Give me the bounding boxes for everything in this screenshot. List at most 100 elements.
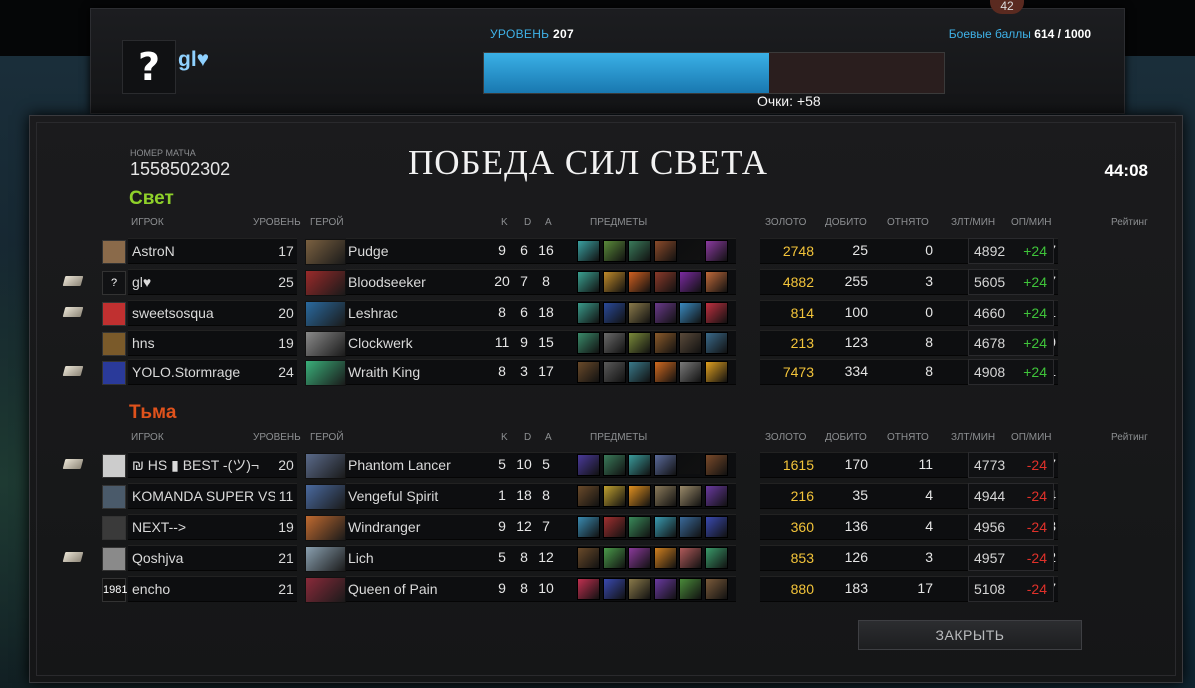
item-icon[interactable] [679, 485, 702, 507]
item-icon[interactable] [704, 516, 728, 538]
item-icon[interactable] [628, 271, 651, 293]
table-row[interactable]: AstroN17Pudge96162748250316347 [100, 238, 1058, 265]
player-name[interactable]: YOLO.Stormrage [128, 359, 277, 385]
item-icon[interactable] [602, 547, 626, 569]
player-name[interactable]: NEXT--> [128, 514, 277, 540]
close-button[interactable]: ЗАКРЫТЬ [858, 620, 1082, 650]
player-avatar[interactable] [102, 240, 126, 264]
player-name[interactable]: sweetsosqua [128, 300, 277, 326]
item-icon[interactable] [679, 547, 702, 569]
table-row[interactable]: ₪ HS ▮ BEST -(ツ)¬ 20 Phantom Lancer 5 10 5 161… [100, 452, 1058, 479]
item-icon[interactable] [679, 578, 702, 600]
table-row[interactable]: ?gl♥25Bloodseeker207848822553696747 [100, 269, 1058, 296]
item-icon[interactable] [628, 485, 651, 507]
item-icon[interactable] [679, 361, 702, 383]
item-icon[interactable] [628, 454, 651, 476]
player-avatar[interactable] [102, 516, 126, 540]
player-avatar[interactable]: ? [122, 40, 176, 94]
item-icon[interactable] [653, 361, 677, 383]
item-icon[interactable] [628, 302, 651, 324]
player-avatar[interactable] [102, 485, 126, 509]
item-icon[interactable] [577, 302, 600, 324]
table-row[interactable]: 1981encho21Queen of Pain9810880183174255… [100, 576, 1058, 603]
item-icon[interactable] [704, 302, 728, 324]
hero-portrait[interactable] [305, 546, 346, 572]
table-row[interactable]: NEXT-->19Windranger91273601364393463 [100, 514, 1058, 541]
item-icon[interactable] [679, 454, 700, 474]
player-name[interactable]: gl♥ [128, 269, 277, 295]
player-avatar[interactable]: 1981 [102, 578, 127, 602]
item-icon[interactable] [653, 578, 677, 600]
item-icon[interactable] [602, 485, 626, 507]
item-icon[interactable] [602, 240, 626, 262]
player-avatar[interactable] [102, 547, 126, 571]
item-icon[interactable] [577, 547, 600, 569]
player-avatar[interactable] [102, 454, 126, 478]
player-name[interactable]: KOMANDA SUPER VS [128, 483, 277, 509]
item-icon[interactable] [704, 547, 728, 569]
item-icon[interactable] [679, 516, 702, 538]
table-row[interactable]: YOLO.Stormrage24Wraith King8317747333486… [100, 359, 1058, 386]
item-icon[interactable] [628, 332, 651, 354]
item-icon[interactable] [653, 454, 677, 476]
item-icon[interactable] [602, 454, 626, 476]
player-name[interactable]: hns [128, 330, 277, 356]
item-icon[interactable] [628, 578, 651, 600]
item-icon[interactable] [577, 240, 600, 262]
item-icon[interactable] [577, 271, 600, 293]
table-row[interactable]: sweetsosqua20Leshrac86188141000422511 [100, 300, 1058, 327]
hero-portrait[interactable] [305, 577, 346, 603]
table-row[interactable]: hns19Clockwerk119152131238434449 [100, 330, 1058, 357]
hero-portrait[interactable] [305, 453, 346, 479]
player-avatar[interactable] [102, 361, 126, 385]
table-row[interactable]: KOMANDA SUPER VS 11 Vengeful Spirit 1 18 8 216… [100, 483, 1058, 510]
player-name[interactable]: AstroN [128, 238, 277, 264]
item-icon[interactable] [704, 332, 728, 354]
player-avatar[interactable] [102, 332, 126, 356]
item-icon[interactable] [628, 516, 651, 538]
item-icon[interactable] [679, 302, 702, 324]
hero-portrait[interactable] [305, 301, 346, 327]
item-icon[interactable] [602, 361, 626, 383]
table-row[interactable]: Qoshjva21Lich58128531263412542 [100, 545, 1058, 572]
item-icon[interactable] [577, 516, 600, 538]
item-icon[interactable] [653, 271, 677, 293]
item-icon[interactable] [653, 332, 677, 354]
hero-portrait[interactable] [305, 484, 346, 510]
item-icon[interactable] [653, 240, 677, 262]
item-icon[interactable] [679, 240, 700, 260]
item-icon[interactable] [704, 240, 728, 262]
item-icon[interactable] [653, 485, 677, 507]
player-avatar[interactable] [102, 302, 126, 326]
item-icon[interactable] [602, 578, 626, 600]
item-icon[interactable] [704, 485, 728, 507]
hero-portrait[interactable] [305, 515, 346, 541]
item-icon[interactable] [577, 578, 600, 600]
hero-portrait[interactable] [305, 360, 346, 386]
item-icon[interactable] [704, 361, 728, 383]
item-icon[interactable] [679, 332, 702, 354]
item-icon[interactable] [577, 485, 600, 507]
item-icon[interactable] [602, 271, 626, 293]
hero-portrait[interactable] [305, 331, 346, 357]
item-icon[interactable] [653, 302, 677, 324]
hero-portrait[interactable] [305, 239, 346, 265]
item-icon[interactable] [628, 361, 651, 383]
item-icon[interactable] [653, 547, 677, 569]
item-icon[interactable] [704, 271, 728, 293]
item-icon[interactable] [577, 361, 600, 383]
player-avatar[interactable]: ? [102, 271, 126, 295]
item-icon[interactable] [602, 516, 626, 538]
item-icon[interactable] [628, 547, 651, 569]
item-icon[interactable] [577, 454, 600, 476]
item-icon[interactable] [704, 578, 728, 600]
item-icon[interactable] [653, 516, 677, 538]
player-name[interactable]: encho [128, 576, 277, 602]
item-icon[interactable] [679, 271, 702, 293]
player-name[interactable]: Qoshjva [128, 545, 277, 571]
item-icon[interactable] [577, 332, 600, 354]
player-name[interactable]: ₪ HS ▮ BEST -(ツ)¬ [128, 452, 277, 478]
item-icon[interactable] [628, 240, 651, 262]
item-icon[interactable] [602, 302, 626, 324]
hero-portrait[interactable] [305, 270, 346, 296]
